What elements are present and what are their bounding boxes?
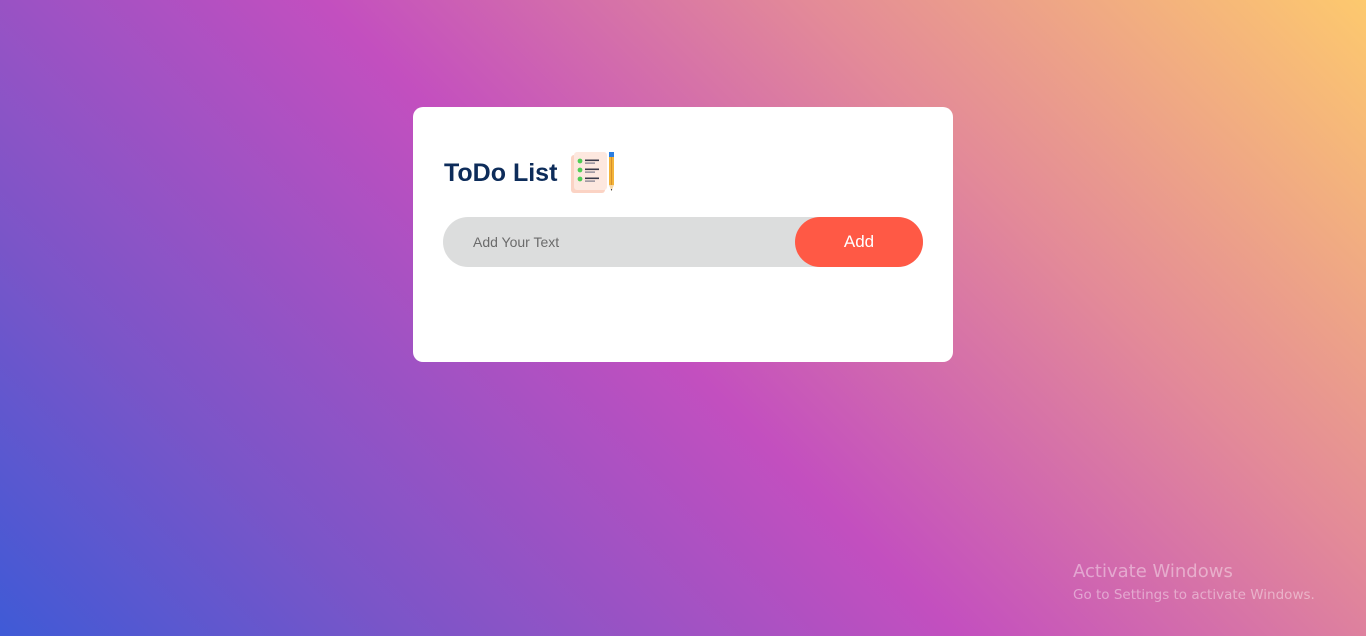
todo-card: ToDo List Add: [413, 107, 953, 362]
activate-windows-watermark: Activate Windows Go to Settings to activ…: [1073, 561, 1315, 607]
checklist-icon: [571, 152, 615, 193]
watermark-subtitle: Go to Settings to activate Windows.: [1073, 587, 1315, 603]
todo-text-input[interactable]: [443, 217, 793, 267]
input-row: Add: [443, 217, 923, 267]
watermark-title: Activate Windows: [1073, 561, 1233, 582]
add-button[interactable]: Add: [795, 217, 923, 267]
app-title: ToDo List: [444, 158, 558, 187]
title-row: ToDo List: [443, 151, 923, 195]
